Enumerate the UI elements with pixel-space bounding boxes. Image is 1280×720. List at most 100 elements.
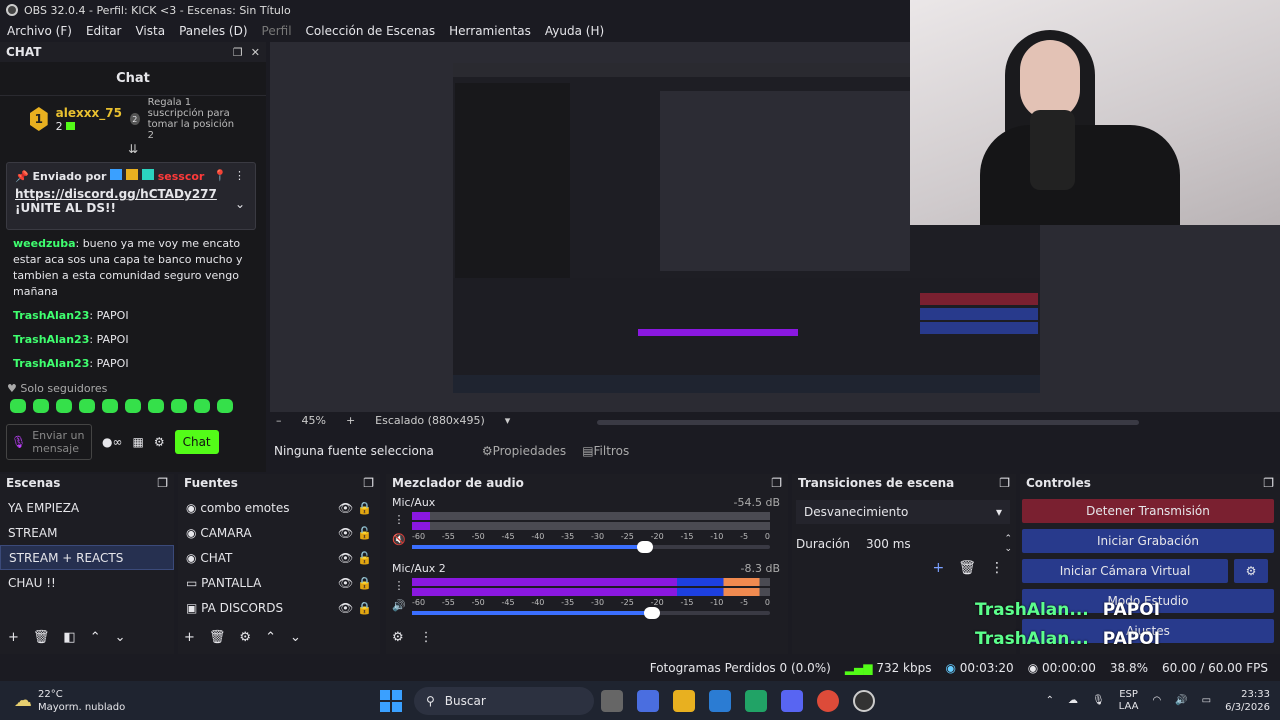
muted-speaker-icon[interactable]: 🔇 (392, 530, 406, 550)
source-item[interactable]: ▭ PANTALLA 👁 🔒 (178, 570, 380, 595)
scaling-dropdown-icon[interactable]: ▾ (505, 414, 511, 427)
pinned-user[interactable]: sesscor (158, 170, 205, 183)
eye-icon[interactable]: 👁 (338, 501, 353, 515)
menu-perfil[interactable]: Perfil (255, 24, 299, 38)
eye-icon[interactable]: 👁 (338, 526, 353, 540)
chat-username[interactable]: TrashAlan23 (13, 309, 89, 322)
eye-icon[interactable]: 👁 (338, 576, 353, 590)
more-icon[interactable]: ⋮ (234, 169, 245, 182)
source-item[interactable]: ◉ combo emotes 👁 🔒 (178, 495, 380, 520)
pinned-link[interactable]: https://discord.gg/hCTADy277 (15, 187, 247, 201)
transition-select[interactable]: Desvanecimiento ▾ (796, 500, 1010, 524)
properties-button[interactable]: ⚙Propiedades (482, 444, 566, 458)
zoom-in-icon[interactable]: + (346, 414, 355, 427)
source-item[interactable]: ◉ CAMARA 👁 🔓 (178, 520, 380, 545)
settings-icon[interactable]: ⚙ (154, 435, 165, 449)
up-icon[interactable]: ⌃ (265, 630, 276, 645)
filters-button[interactable]: ▤Filtros (582, 444, 629, 458)
menu-coleccion[interactable]: Colección de Escenas (299, 24, 443, 38)
lock-icon[interactable]: 🔒 (357, 601, 372, 615)
undock-icon[interactable]: ❐ (999, 476, 1010, 490)
wifi-icon[interactable]: ◠ (1152, 695, 1161, 706)
duration-spinbox[interactable]: 300 ms ⌃ ⌄ (866, 532, 1012, 556)
more-icon[interactable]: ⋮ (990, 560, 1004, 576)
scene-item[interactable]: CHAU !! (0, 570, 174, 595)
language-indicator[interactable]: ESP LAA (1119, 689, 1139, 713)
lock-icon[interactable]: 🔒 (357, 576, 372, 590)
advanced-audio-icon[interactable]: ⚙ (392, 630, 404, 645)
zoom-level[interactable]: 45% (302, 414, 326, 427)
network-icon[interactable]: ☁ (1068, 695, 1078, 706)
gear-icon[interactable]: ⚙ (239, 630, 251, 645)
weather-widget[interactable]: ☁ 22°C Mayorm. nublado (0, 688, 380, 714)
undock-icon[interactable]: ❐ (771, 476, 782, 490)
emote-icon[interactable] (33, 399, 49, 413)
vcam-settings-icon[interactable]: ⚙ (1234, 559, 1268, 583)
volume-slider[interactable] (412, 607, 770, 619)
emote-icon[interactable] (125, 399, 141, 413)
scene-item[interactable]: YA EMPIEZA (0, 495, 174, 520)
volume-slider[interactable] (412, 541, 770, 553)
mic-tray-icon[interactable]: 🎙 (1092, 695, 1105, 706)
chevron-down-icon[interactable]: ⌄ (235, 197, 245, 211)
chrome-icon[interactable] (817, 689, 839, 712)
chat-username[interactable]: TrashAlan23 (13, 333, 89, 346)
mic-icon[interactable]: 🎙 (11, 435, 26, 449)
store-icon[interactable]: ▦ (132, 435, 143, 449)
menu-herramientas[interactable]: Herramientas (442, 24, 538, 38)
undock-icon[interactable]: ❐ (1263, 476, 1274, 490)
emote-icon[interactable] (217, 399, 233, 413)
volume-slider-handle[interactable] (643, 607, 660, 619)
windows-start-icon[interactable] (380, 689, 402, 712)
start-recording-button[interactable]: Iniciar Grabación (1022, 529, 1274, 553)
add-icon[interactable]: + (8, 630, 19, 645)
discord-icon[interactable] (781, 689, 803, 712)
menu-editar[interactable]: Editar (79, 24, 129, 38)
trash-icon[interactable]: 🗑 (33, 630, 50, 645)
obs-taskbar-icon[interactable] (853, 689, 875, 712)
leader-name[interactable]: alexxx_75 (56, 106, 122, 120)
menu-paneles[interactable]: Paneles (D) (172, 24, 254, 38)
undock-icon[interactable]: ❐ (157, 476, 168, 490)
emote-icon[interactable] (194, 399, 210, 413)
up-icon[interactable]: ⌃ (90, 630, 101, 645)
trash-icon[interactable]: 🗑 (209, 630, 226, 645)
chat-username[interactable]: TrashAlan23 (13, 357, 89, 370)
close-icon[interactable]: ✕ (251, 46, 260, 59)
down-icon[interactable]: ⌄ (290, 630, 301, 645)
down-icon[interactable]: ⌄ (115, 630, 126, 645)
more-icon[interactable]: ⋮ (392, 510, 406, 530)
volume-icon[interactable]: 🔊 (1175, 695, 1187, 706)
filter-icon[interactable]: ◧ (63, 630, 75, 645)
users-icon[interactable]: ●∞ (102, 435, 122, 449)
lock-icon[interactable]: 🔒 (357, 501, 372, 515)
expand-chevron-icon[interactable]: ⇊ (0, 142, 266, 160)
unpin-icon[interactable]: 📍 (213, 169, 227, 182)
menu-archivo[interactable]: Archivo (F) (0, 24, 79, 38)
task-view-icon[interactable] (601, 689, 623, 712)
tray-chevron-icon[interactable]: ⌃ (1046, 695, 1054, 706)
volume-slider-handle[interactable] (636, 541, 653, 553)
source-item[interactable]: ◉ CHAT 👁 🔓 (178, 545, 380, 570)
zoom-out-icon[interactable]: – (276, 414, 282, 427)
copilot-icon[interactable] (637, 689, 659, 712)
menu-ayuda[interactable]: Ayuda (H) (538, 24, 611, 38)
more-icon[interactable]: ⋮ (392, 576, 406, 596)
speaker-icon[interactable]: 🔊 (392, 596, 406, 616)
clock[interactable]: 23:33 6/3/2026 (1225, 688, 1270, 714)
emote-icon[interactable] (10, 399, 26, 413)
battery-icon[interactable]: ▭ (1202, 695, 1211, 706)
emote-icon[interactable] (102, 399, 118, 413)
word-icon[interactable] (709, 689, 731, 712)
lock-icon[interactable]: 🔓 (357, 551, 372, 565)
chat-username[interactable]: weedzuba (13, 237, 76, 250)
preview-scrollbar[interactable] (597, 420, 1139, 425)
send-chat-button[interactable]: Chat (174, 430, 219, 454)
virtual-camera-button[interactable]: Iniciar Cámara Virtual (1022, 559, 1228, 583)
emote-icon[interactable] (148, 399, 164, 413)
add-transition-icon[interactable]: + (932, 560, 944, 576)
lock-icon[interactable]: 🔓 (357, 526, 372, 540)
scene-item[interactable]: STREAM (0, 520, 174, 545)
excel-icon[interactable] (745, 689, 767, 712)
emote-icon[interactable] (171, 399, 187, 413)
